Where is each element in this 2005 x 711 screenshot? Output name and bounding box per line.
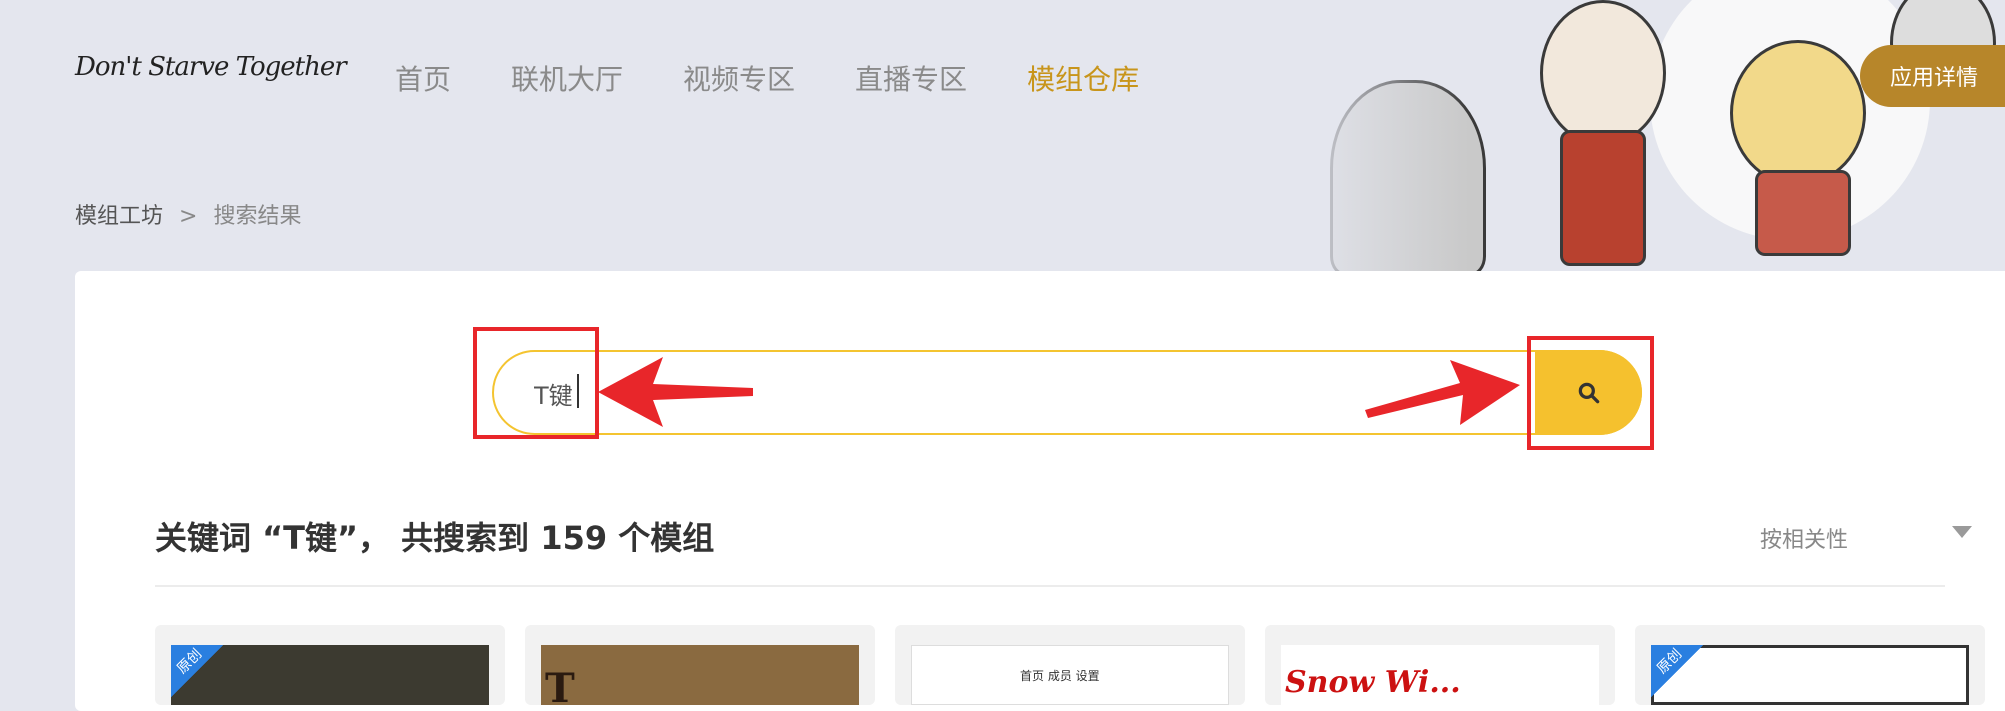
site-logo[interactable]: Don't Starve Together bbox=[75, 52, 347, 82]
breadcrumb-root[interactable]: 模组工坊 bbox=[75, 204, 163, 229]
highlight-box-input bbox=[473, 327, 599, 439]
caret-down-icon[interactable] bbox=[1952, 526, 1972, 538]
nav-home[interactable]: 首页 bbox=[395, 58, 451, 98]
nav-videos[interactable]: 视频专区 bbox=[683, 58, 795, 98]
arrow-right-icon bbox=[1365, 360, 1520, 425]
original-badge: 原创 bbox=[171, 645, 223, 697]
arrow-left-icon bbox=[598, 357, 753, 427]
mod-card[interactable]: Snow Wi... bbox=[1265, 625, 1615, 705]
header-illustration bbox=[1290, 0, 2005, 272]
breadcrumb: 模组工坊 > 搜索结果 bbox=[75, 198, 301, 230]
mod-card[interactable]: 原创 bbox=[155, 625, 505, 705]
breadcrumb-separator: > bbox=[179, 204, 198, 229]
mod-card[interactable]: T bbox=[525, 625, 875, 705]
nav-mods[interactable]: 模组仓库 bbox=[1027, 58, 1139, 98]
breadcrumb-current: 搜索结果 bbox=[213, 204, 302, 229]
nav-live[interactable]: 直播专区 bbox=[855, 58, 967, 98]
nav-lobby[interactable]: 联机大厅 bbox=[511, 58, 623, 98]
app-details-button[interactable]: 应用详情 bbox=[1860, 45, 2005, 107]
mod-card[interactable]: 原创 bbox=[1635, 625, 1985, 705]
mod-card[interactable]: 首页 成员 设置 bbox=[895, 625, 1245, 705]
highlight-box-search-button bbox=[1527, 336, 1654, 450]
results-summary: 关键词 “T键”， 共搜索到 159 个模组 bbox=[155, 519, 715, 557]
original-badge: 原创 bbox=[1651, 645, 1703, 697]
divider bbox=[155, 585, 1945, 587]
main-nav: 首页 联机大厅 视频专区 直播专区 模组仓库 bbox=[395, 58, 1199, 98]
sort-select[interactable]: 按相关性 bbox=[1760, 522, 1848, 554]
